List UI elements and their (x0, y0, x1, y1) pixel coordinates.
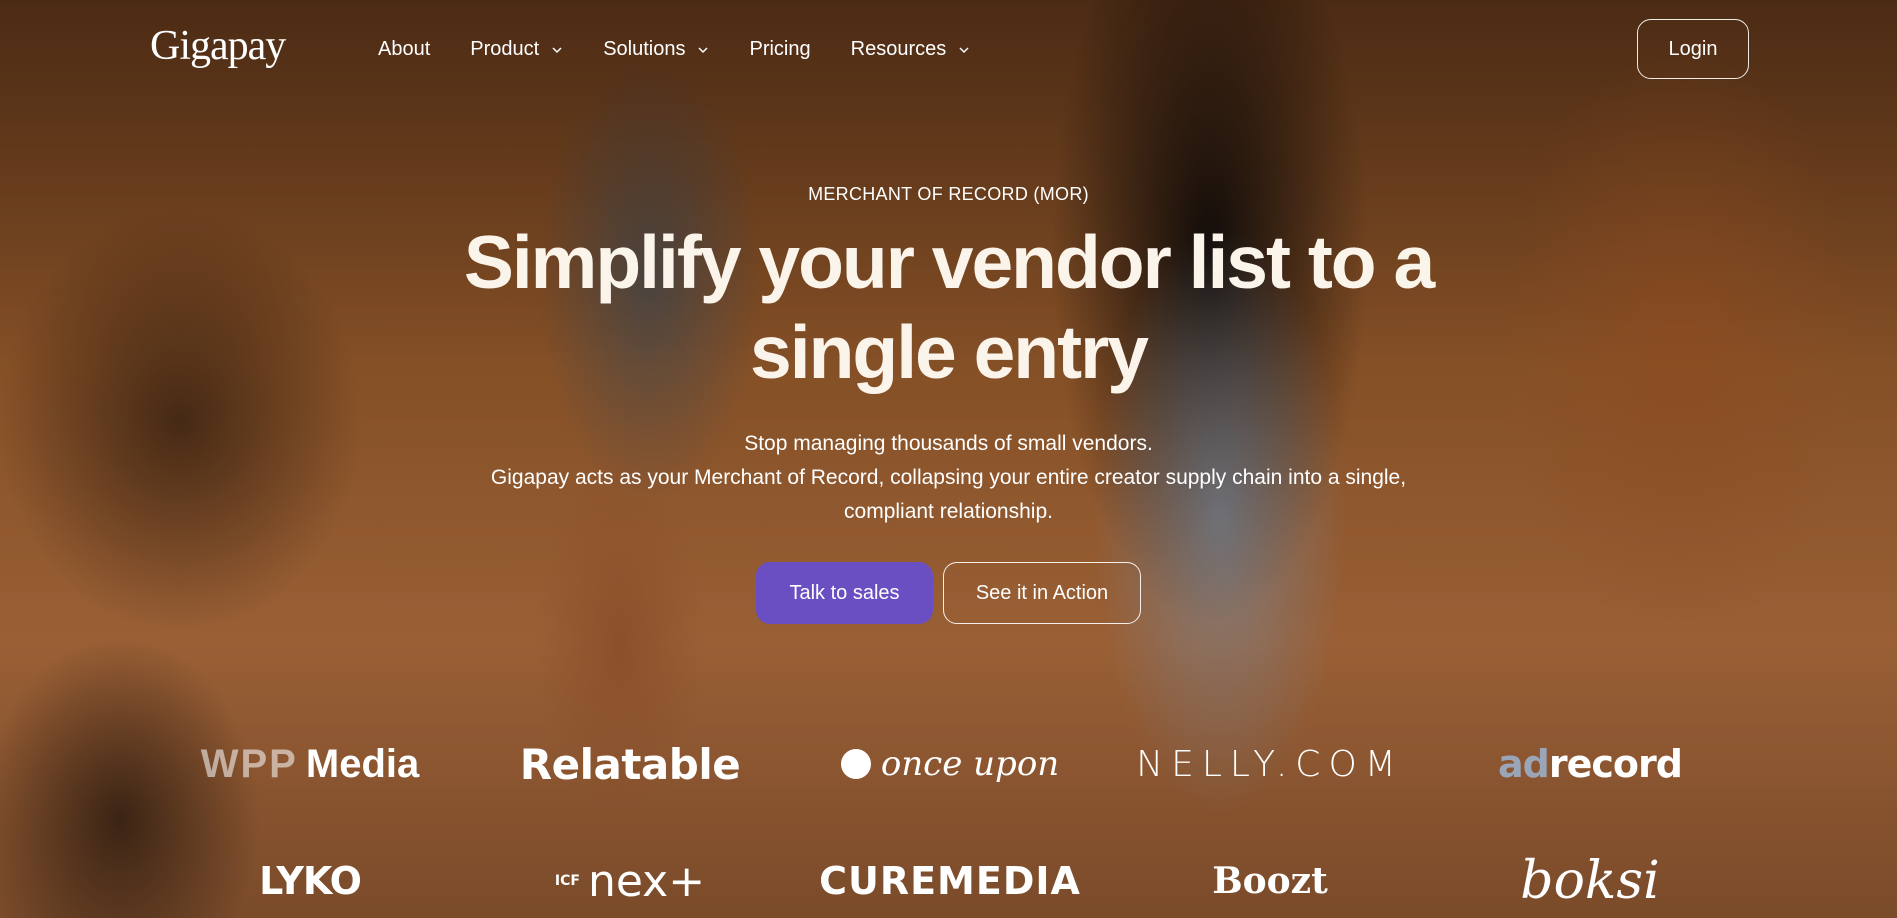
nav-solutions-label: Solutions (603, 38, 686, 60)
hero-subtext-line-1: Stop managing thousands of small vendors… (744, 432, 1153, 455)
wpp-logo-text: WPP (200, 741, 298, 786)
adrecord-ad-text: ad (1498, 742, 1550, 786)
nav-product-label: Product (470, 38, 540, 60)
lyko-logo: LYKO (259, 859, 362, 903)
nav-resources[interactable]: Resources (851, 38, 971, 61)
nex-logo-text: nex+ (587, 855, 706, 907)
hero-section: MERCHANT OF RECORD (MOR) Simplify your v… (0, 184, 1897, 529)
nav-about[interactable]: About (378, 38, 430, 61)
hero-cta-row: Talk to sales See it in Action (0, 562, 1897, 624)
nav-pricing[interactable]: Pricing (749, 38, 810, 61)
adrecord-logo: ad record (1430, 738, 1750, 790)
media-logo-text: Media (305, 741, 420, 786)
nav-product[interactable]: Product (470, 38, 563, 61)
see-it-in-action-button[interactable]: See it in Action (943, 562, 1141, 624)
login-button[interactable]: Login (1637, 19, 1749, 79)
nav-resources-label: Resources (850, 38, 947, 60)
talk-to-sales-button[interactable]: Talk to sales (756, 562, 933, 624)
chevron-down-icon (959, 46, 969, 53)
chevron-down-icon (552, 46, 562, 53)
once-upon-logo: once upon (790, 738, 1110, 790)
adrecord-record-text: record (1548, 742, 1683, 786)
nelly-logo: NELLY.COM (1136, 743, 1404, 785)
curemedia-logo: CUREMEDIA (819, 859, 1081, 903)
hero-subtext-line-2: Gigapay acts as your Merchant of Record,… (490, 466, 1407, 523)
gigapay-logo[interactable]: Gigapay (150, 22, 286, 70)
heart-icon (840, 749, 871, 779)
nav-pricing-label: Pricing (749, 38, 811, 60)
once-upon-logo-text: once upon (880, 744, 1060, 784)
nav-about-label: About (378, 38, 431, 60)
main-nav: About Product Solutions Pricing Resource… (378, 38, 970, 61)
wpp-media-logo: WPP Media (150, 738, 470, 790)
icf-logo-text: ICF (554, 873, 580, 889)
icf-nex-logo: ICF nex+ (470, 855, 790, 907)
boozt-logo: Boozt (1212, 860, 1328, 902)
hero-subtext: Stop managing thousands of small vendors… (469, 427, 1429, 529)
customer-logos-row-1: WPP Media Relatable once upon NELLY.COM … (150, 738, 1750, 790)
nav-solutions[interactable]: Solutions (603, 38, 709, 61)
chevron-down-icon (698, 46, 709, 53)
boksi-logo: boksi (1520, 851, 1660, 911)
customer-logos-row-2: LYKO ICF nex+ CUREMEDIA Boozt boksi (150, 851, 1750, 911)
hero-eyebrow: MERCHANT OF RECORD (MOR) (808, 184, 1089, 204)
hero-headline: Simplify your vendor list to a single en… (463, 220, 1435, 394)
relatable-logo: Relatable (519, 739, 741, 789)
